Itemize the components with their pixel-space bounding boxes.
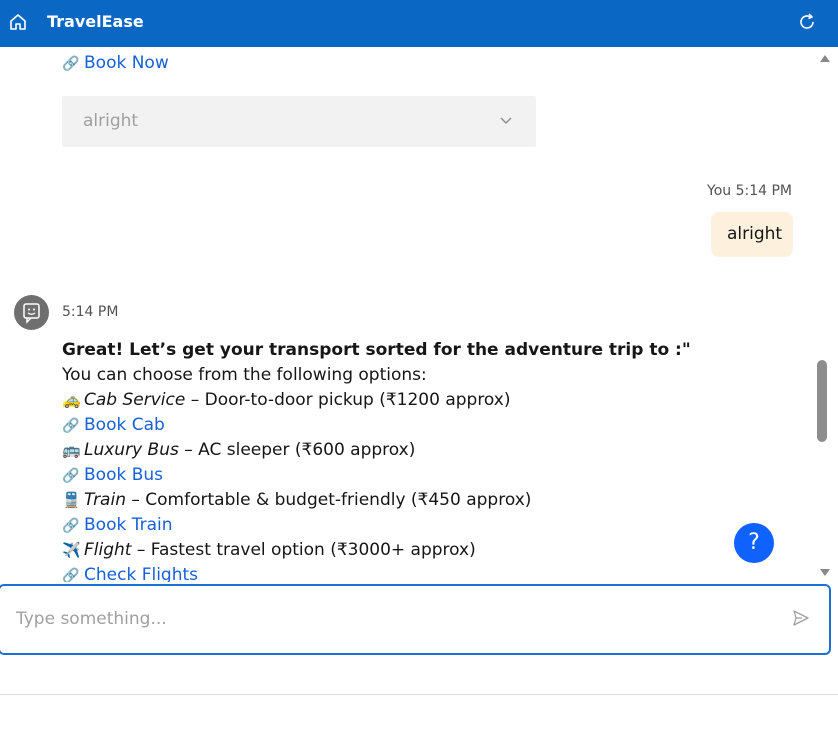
chat-scroll-area[interactable]: 🔗 Book Now alright You 5:14 PM alright 5:… bbox=[0, 47, 814, 582]
option-name: Flight bbox=[84, 540, 132, 560]
option-bus: 🚌 Luxury Bus – AC sleeper (₹600 approx) bbox=[62, 439, 415, 461]
scroll-up-arrow-icon[interactable] bbox=[820, 55, 830, 62]
message-composer bbox=[0, 584, 831, 655]
train-icon: 🚆 bbox=[62, 491, 81, 509]
option-train-link-row: 🔗 Book Train bbox=[62, 514, 173, 537]
option-name: Luxury Bus bbox=[84, 440, 179, 460]
airplane-icon: ✈️ bbox=[62, 541, 81, 559]
chat-scrollbar[interactable] bbox=[814, 47, 838, 582]
help-button[interactable]: ? bbox=[734, 523, 774, 563]
response-dropdown[interactable]: alright bbox=[62, 96, 536, 147]
bus-icon: 🚌 bbox=[62, 441, 81, 459]
scrollbar-thumb[interactable] bbox=[817, 360, 827, 442]
option-desc: – Door-to-door pickup (₹1200 approx) bbox=[185, 390, 511, 410]
footer-divider bbox=[0, 694, 838, 695]
book-bus-link[interactable]: Book Bus bbox=[84, 465, 163, 485]
option-desc: – AC sleeper (₹600 approx) bbox=[178, 440, 416, 460]
home-icon[interactable] bbox=[8, 12, 28, 32]
bot-message-time: 5:14 PM bbox=[62, 304, 119, 320]
scroll-down-arrow-icon[interactable] bbox=[820, 569, 830, 576]
book-train-link[interactable]: Book Train bbox=[84, 515, 173, 535]
chatbot-icon bbox=[23, 303, 40, 324]
option-desc: – Comfortable & budget-friendly (₹450 ap… bbox=[125, 490, 532, 510]
app-title: TravelEase bbox=[47, 12, 144, 31]
link-icon: 🔗 bbox=[62, 568, 80, 582]
option-train: 🚆 Train – Comfortable & budget-friendly (… bbox=[62, 489, 531, 511]
book-now-row: 🔗 Book Now bbox=[62, 52, 169, 75]
user-message-text: alright bbox=[727, 224, 783, 244]
dropdown-selected-value: alright bbox=[83, 111, 139, 131]
refresh-icon[interactable] bbox=[797, 12, 817, 32]
bot-avatar bbox=[14, 295, 49, 330]
user-message-meta: You 5:14 PM bbox=[707, 183, 792, 199]
option-name: Cab Service bbox=[84, 390, 186, 410]
option-desc: – Fastest travel option (₹3000+ approx) bbox=[131, 540, 476, 560]
taxi-icon: 🚕 bbox=[62, 391, 81, 409]
link-icon: 🔗 bbox=[62, 518, 80, 534]
book-now-link[interactable]: Book Now bbox=[84, 53, 169, 73]
check-flights-link[interactable]: Check Flights bbox=[84, 565, 198, 582]
link-icon: 🔗 bbox=[62, 418, 80, 434]
bot-message-heading: Great! Let’s get your transport sorted f… bbox=[62, 340, 691, 360]
link-icon: 🔗 bbox=[62, 468, 80, 484]
book-cab-link[interactable]: Book Cab bbox=[84, 415, 165, 435]
option-name: Train bbox=[84, 490, 126, 510]
send-icon[interactable] bbox=[792, 609, 810, 627]
message-input[interactable] bbox=[14, 600, 758, 638]
app-header: TravelEase bbox=[0, 0, 838, 47]
option-cab-link-row: 🔗 Book Cab bbox=[62, 414, 165, 437]
user-message-bubble: alright bbox=[711, 212, 793, 257]
chevron-down-icon bbox=[500, 117, 512, 125]
option-cab: 🚕 Cab Service – Door-to-door pickup (₹120… bbox=[62, 389, 511, 411]
option-flight: ✈️ Flight – Fastest travel option (₹3000+… bbox=[62, 539, 476, 561]
link-icon: 🔗 bbox=[62, 56, 80, 72]
option-flight-link-row: 🔗 Check Flights bbox=[62, 564, 198, 582]
option-bus-link-row: 🔗 Book Bus bbox=[62, 464, 163, 487]
bot-message-intro: You can choose from the following option… bbox=[62, 365, 427, 385]
